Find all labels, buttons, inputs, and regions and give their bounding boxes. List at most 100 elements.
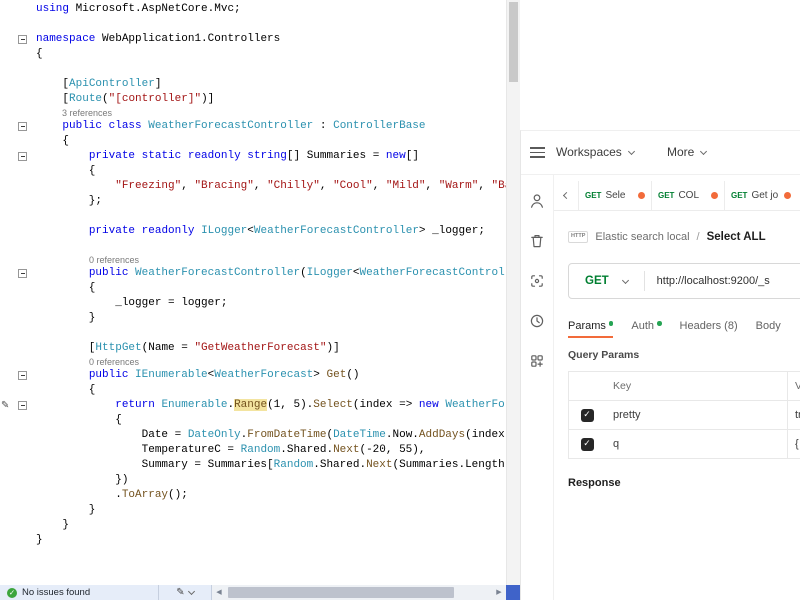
document-health-indicator[interactable]: ✓ No issues found	[0, 585, 158, 600]
codelens-line: 0 references	[0, 254, 506, 266]
tab-method-label: GET	[731, 191, 747, 200]
request-section-tabs: Params Auth Headers (8) Body	[568, 315, 781, 337]
code-line: private static readonly string[] Summari…	[0, 149, 506, 164]
editor-horizontal-scrollbar[interactable]: ◀ ▶	[212, 585, 506, 600]
param-key[interactable]: q	[605, 438, 787, 450]
scroll-right-arrow[interactable]: ▶	[492, 585, 506, 600]
codelens-line: 3 references	[0, 107, 506, 119]
request-tab[interactable]: GET Get jo	[724, 181, 797, 210]
request-url-bar: GET http://localhost:9200/_s	[568, 263, 800, 299]
code-line: private readonly ILogger<WeatherForecast…	[0, 224, 506, 239]
tab-title: COL	[678, 190, 707, 201]
code-line: namespace WebApplication1.Controllers	[0, 32, 506, 47]
param-checkbox[interactable]: ✓	[581, 409, 594, 422]
fold-collapse-icon[interactable]	[18, 371, 27, 380]
request-tabbar: GET Sele GET COL GET Get jo	[554, 181, 800, 211]
fold-collapse-icon[interactable]	[18, 152, 27, 161]
status-dot	[609, 321, 614, 326]
code-line: }	[0, 518, 506, 533]
param-value[interactable]: {	[787, 430, 800, 458]
code-line: _logger = logger;	[0, 296, 506, 311]
visual-studio-editor: using Microsoft.AspNetCore.Mvc; namespace…	[0, 0, 520, 585]
section-tab-label: Body	[756, 320, 781, 332]
fold-collapse-icon[interactable]	[18, 269, 27, 278]
track-changes-tool[interactable]: ✎	[159, 585, 211, 600]
code-line: };	[0, 194, 506, 209]
capture-icon[interactable]	[521, 261, 553, 301]
horizontal-scroll-thumb[interactable]	[228, 587, 454, 598]
scroll-left-arrow[interactable]: ◀	[212, 585, 226, 600]
params-table-header: KeyV	[569, 372, 800, 401]
editor-vertical-scrollbar[interactable]	[506, 0, 520, 585]
code-line: {	[0, 413, 506, 428]
code-line: })	[0, 473, 506, 488]
code-line: {	[0, 383, 506, 398]
history-icon[interactable]	[521, 301, 553, 341]
fold-collapse-icon[interactable]	[18, 401, 27, 410]
param-value[interactable]: tr	[787, 401, 800, 429]
code-line: }	[0, 503, 506, 518]
trash-icon[interactable]	[521, 221, 553, 261]
request-tab[interactable]: GET Sele	[578, 181, 651, 210]
code-line: {	[0, 164, 506, 179]
code-line: .ToArray();	[0, 488, 506, 503]
more-menu[interactable]: More	[667, 145, 706, 159]
param-row: ✓ q{	[569, 430, 800, 459]
unsaved-dot	[711, 192, 718, 199]
code-line	[0, 326, 506, 341]
menu-icon[interactable]	[530, 147, 545, 161]
tab-method-label: GET	[658, 191, 674, 200]
apps-icon[interactable]	[521, 341, 553, 381]
code-area[interactable]: using Microsoft.AspNetCore.Mvc; namespace…	[0, 0, 506, 585]
section-tab-auth[interactable]: Auth	[631, 320, 661, 332]
fold-collapse-icon[interactable]	[18, 35, 27, 44]
code-line: }	[0, 533, 506, 548]
response-label: Response	[568, 477, 621, 489]
codelens-line: 0 references	[0, 356, 506, 368]
chevron-down-icon	[622, 276, 629, 283]
tabs-scroll-left-button[interactable]	[554, 181, 578, 210]
code-line	[0, 209, 506, 224]
section-tab-headers[interactable]: Headers (8)	[680, 320, 738, 332]
fold-collapse-icon[interactable]	[18, 122, 27, 131]
postman-sidebar-rail	[521, 175, 554, 600]
breadcrumb-collection[interactable]: Elastic search local	[595, 231, 689, 243]
code-line: public class WeatherForecastController :…	[0, 119, 506, 134]
tab-method-label: GET	[585, 191, 601, 200]
code-line: ✎ return Enumerable.Range(1, 5).Select(i…	[0, 398, 506, 413]
breadcrumb-request-name[interactable]: Select ALL	[707, 231, 766, 243]
param-key[interactable]: pretty	[605, 409, 787, 421]
code-line: public IEnumerable<WeatherForecast> Get(…	[0, 368, 506, 383]
status-dot	[657, 321, 662, 326]
postman-main: GET Sele GET COL GET Get jo HTTP Elastic sear…	[554, 175, 800, 600]
vertical-scroll-thumb[interactable]	[509, 2, 518, 82]
http-request-icon: HTTP	[568, 231, 588, 243]
url-input[interactable]: http://localhost:9200/_s	[645, 275, 770, 287]
code-line: {	[0, 281, 506, 296]
edit-pencil-icon: ✎	[1, 398, 9, 413]
tab-title: Get jo	[751, 190, 780, 201]
editor-status-bar: ✓ No issues found ✎ ◀ ▶	[0, 585, 520, 600]
health-message: No issues found	[22, 587, 90, 598]
code-line: "Freezing", "Bracing", "Chilly", "Cool",…	[0, 179, 506, 194]
params-table: KeyV ✓ prettytr ✓ q{	[568, 371, 800, 459]
method-selector[interactable]: GET	[569, 275, 644, 287]
code-line	[0, 17, 506, 32]
workspaces-menu[interactable]: Workspaces	[556, 145, 634, 159]
unsaved-dot	[784, 192, 791, 199]
chevron-down-icon	[700, 147, 707, 154]
tab-title: Sele	[605, 190, 634, 201]
param-checkbox[interactable]: ✓	[581, 438, 594, 451]
chevron-left-icon	[562, 192, 569, 199]
section-tab-body[interactable]: Body	[756, 320, 781, 332]
postman-panel: Workspaces More GET Sele GET COL GET Get jo H…	[520, 130, 800, 600]
value-column-header: V	[787, 372, 800, 400]
user-icon[interactable]	[521, 181, 553, 221]
code-line: TemperatureC = Random.Shared.Next(-20, 5…	[0, 443, 506, 458]
section-tab-params[interactable]: Params	[568, 320, 613, 332]
param-row: ✓ prettytr	[569, 401, 800, 430]
request-tab[interactable]: GET COL	[651, 181, 724, 210]
pencil-icon: ✎	[176, 587, 184, 598]
code-line: using Microsoft.AspNetCore.Mvc;	[0, 2, 506, 17]
query-params-label: Query Params	[568, 349, 639, 361]
